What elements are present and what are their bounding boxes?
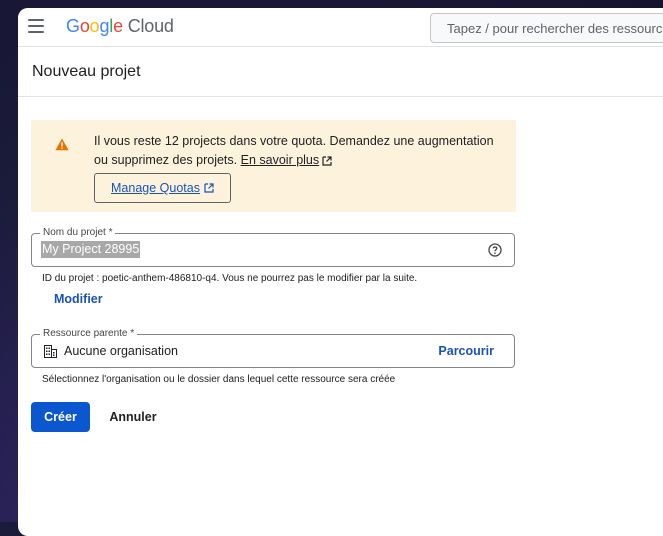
page-header: Nouveau projet xyxy=(18,46,663,97)
menu-icon[interactable] xyxy=(28,19,44,33)
parent-resource-label: Ressource parente * xyxy=(40,328,138,340)
browse-button[interactable]: Parcourir xyxy=(438,344,494,358)
page-title: Nouveau projet xyxy=(32,63,141,80)
search-input[interactable] xyxy=(431,14,663,42)
warning-icon xyxy=(55,138,69,151)
help-icon[interactable] xyxy=(488,243,502,257)
edit-project-id-link[interactable]: Modifier xyxy=(54,292,103,306)
browser-window: Google Cloud Nouveau projet Il vous rest… xyxy=(18,8,663,536)
manage-quotas-label: Manage Quotas xyxy=(111,181,200,195)
learn-more-link[interactable]: En savoir plus xyxy=(241,153,333,167)
external-link-icon xyxy=(322,156,332,166)
project-name-label: Nom du projet * xyxy=(40,227,116,239)
search-box[interactable] xyxy=(430,13,663,43)
google-cloud-logo[interactable]: Google Cloud xyxy=(66,16,174,37)
quota-banner: Il vous reste 12 projects dans votre quo… xyxy=(31,120,516,212)
project-name-input[interactable]: My Project 28995 xyxy=(41,241,141,258)
parent-resource-value: Aucune organisation xyxy=(64,344,178,358)
learn-more-label: En savoir plus xyxy=(240,153,320,167)
external-link-icon xyxy=(204,183,214,193)
manage-quotas-button[interactable]: Manage Quotas xyxy=(94,173,231,203)
create-button[interactable]: Créer xyxy=(31,402,90,432)
parent-resource-field[interactable]: Ressource parente * Aucune organisation … xyxy=(31,328,515,368)
project-name-field[interactable]: Nom du projet * My Project 28995 xyxy=(31,227,515,267)
logo-product: Cloud xyxy=(127,16,174,36)
top-bar: Google Cloud xyxy=(18,8,663,47)
organization-icon xyxy=(44,345,57,358)
parent-resource-hint: Sélectionnez l'organisation ou le dossie… xyxy=(42,374,396,385)
logo-wordmark: Google xyxy=(66,16,123,36)
project-id-hint: ID du projet : poetic-anthem-486810-q4. … xyxy=(42,273,418,284)
cancel-button[interactable]: Annuler xyxy=(100,402,166,432)
quota-message: Il vous reste 12 projects dans votre quo… xyxy=(94,132,494,170)
